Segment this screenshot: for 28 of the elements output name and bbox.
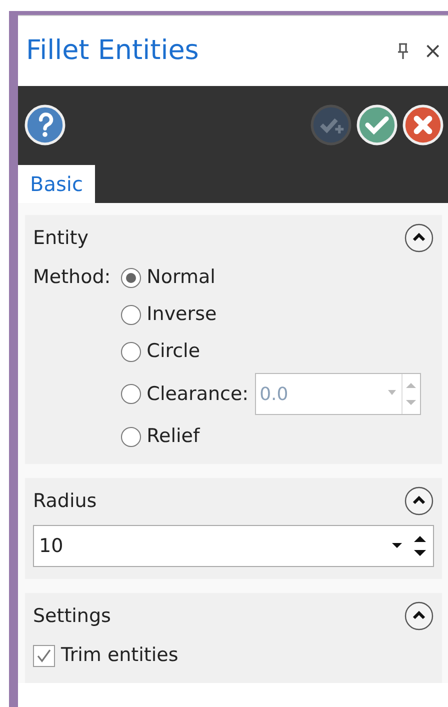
help-button[interactable] bbox=[24, 104, 66, 146]
radio-button[interactable] bbox=[120, 268, 141, 288]
ok-button[interactable] bbox=[356, 104, 398, 146]
radio-button[interactable] bbox=[120, 304, 141, 324]
radio-button[interactable] bbox=[120, 426, 141, 446]
section-title: Entity bbox=[33, 226, 88, 251]
radio-label: Clearance: bbox=[146, 382, 249, 407]
radio-button[interactable] bbox=[120, 342, 141, 362]
tab[interactable]: Basic bbox=[18, 165, 95, 203]
collapse-button[interactable] bbox=[404, 486, 434, 516]
radio-label: Inverse bbox=[146, 302, 217, 328]
radio-label: Normal bbox=[146, 265, 216, 290]
number-field[interactable]: 10 bbox=[33, 525, 434, 567]
checkbox-label: Trim entities bbox=[61, 643, 178, 668]
radio-button[interactable] bbox=[120, 384, 141, 404]
pin-icon[interactable] bbox=[396, 42, 410, 60]
check-icon bbox=[36, 648, 52, 664]
cancel-button[interactable] bbox=[402, 104, 444, 146]
window-title: Fillet Entities bbox=[26, 34, 200, 68]
radio-label: Relief bbox=[146, 424, 200, 450]
section-title: Radius bbox=[33, 488, 97, 514]
section-title: Settings bbox=[33, 604, 111, 629]
close-button[interactable]: × bbox=[418, 34, 448, 68]
radio-label: Circle bbox=[146, 339, 200, 364]
collapse-button[interactable] bbox=[404, 223, 434, 253]
checkbox[interactable] bbox=[33, 644, 55, 666]
field-label: Method: bbox=[33, 265, 111, 290]
collapse-button[interactable] bbox=[404, 601, 434, 631]
